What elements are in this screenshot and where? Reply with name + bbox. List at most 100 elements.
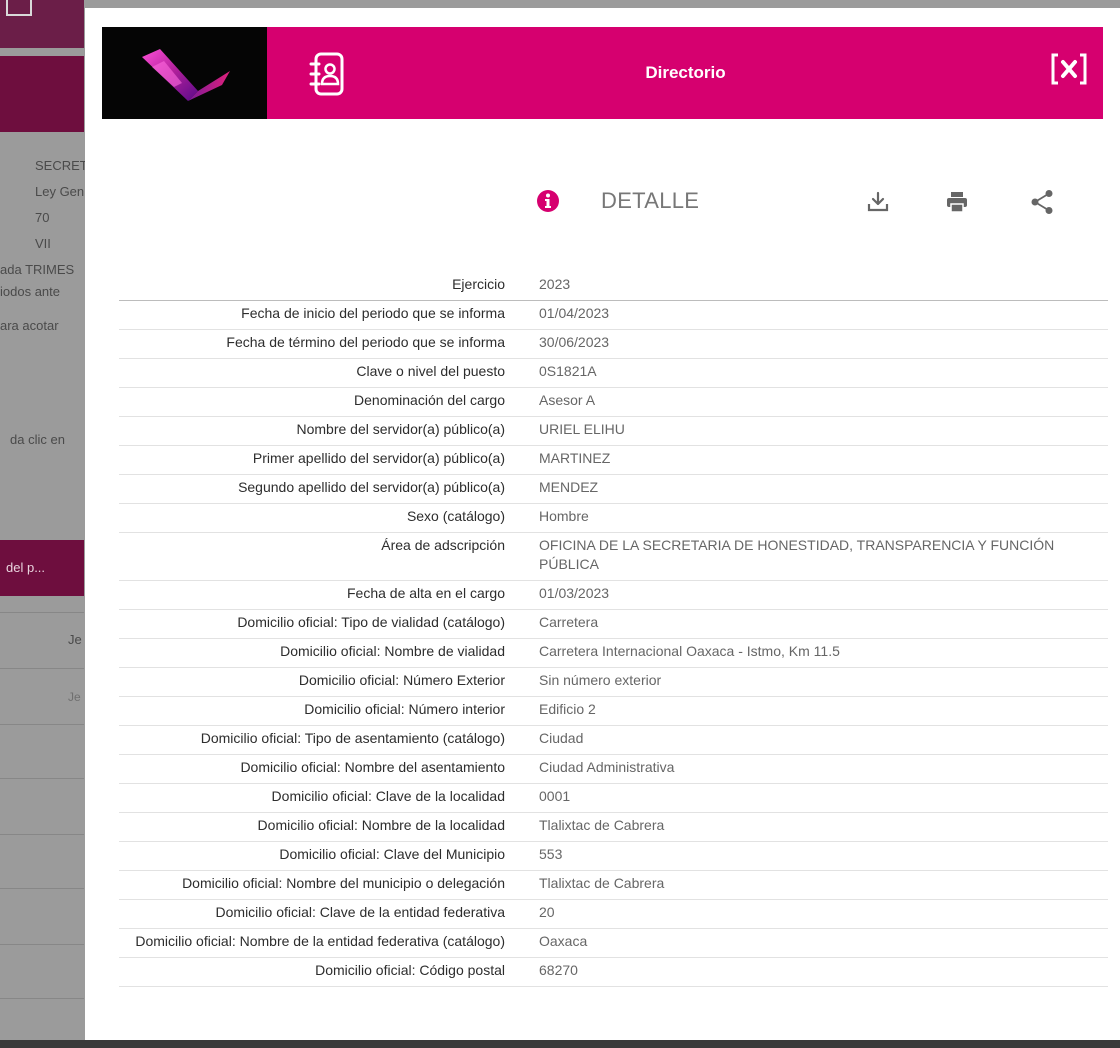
background-banner (0, 56, 84, 132)
detail-row: Segundo apellido del servidor(a) público… (119, 474, 1108, 504)
modal-header: Directorio (102, 27, 1103, 119)
background-band: del p... (0, 540, 84, 596)
detail-row: Domicilio oficial: Tipo de vialidad (cat… (119, 609, 1108, 639)
detail-toolbar: DETALLE (85, 178, 1120, 228)
detail-value: 2023 (539, 272, 1108, 301)
detail-row: Domicilio oficial: Clave del Municipio 55… (119, 841, 1108, 871)
divider (0, 778, 84, 779)
detail-label: Fecha de alta en el cargo (119, 580, 539, 610)
detail-label: Domicilio oficial: Nombre del municipio … (119, 870, 539, 900)
detail-value: 0001 (539, 783, 1108, 813)
detail-label: Sexo (catálogo) (119, 503, 539, 533)
detail-row: Área de adscripción OFICINA DE LA SECRETA… (119, 532, 1108, 581)
detail-value: 01/03/2023 (539, 580, 1108, 610)
detail-value: Oaxaca (539, 928, 1108, 958)
detail-table: Ejercicio 2023 Fecha de inicio del periodo… (119, 272, 1108, 987)
detail-row: Sexo (catálogo) Hombre (119, 503, 1108, 533)
detail-label: Domicilio oficial: Tipo de asentamiento … (119, 725, 539, 755)
bottom-bar (0, 1040, 1120, 1048)
download-icon[interactable] (866, 190, 890, 214)
detail-label: Domicilio oficial: Nombre de vialidad (119, 638, 539, 668)
divider (0, 944, 84, 945)
detail-value: Carretera Internacional Oaxaca - Istmo, … (539, 638, 1108, 668)
detail-label: Domicilio oficial: Clave del Municipio (119, 841, 539, 871)
detail-value: MARTINEZ (539, 445, 1108, 475)
background-band-text: del p... (6, 560, 46, 575)
detail-row: Clave o nivel del puesto 0S1821A (119, 358, 1108, 388)
divider (0, 888, 84, 889)
divider (0, 612, 84, 613)
info-icon (537, 190, 559, 212)
divider (0, 724, 84, 725)
detail-label: Fecha de término del periodo que se info… (119, 329, 539, 359)
background-text: iodos ante (0, 284, 60, 299)
detail-label: Denominación del cargo (119, 387, 539, 417)
detail-value: 0S1821A (539, 358, 1108, 388)
detail-row: Domicilio oficial: Nombre de vialidad Car… (119, 638, 1108, 668)
directory-modal: Directorio DETALLE Ejercicio 2023 Fecha … (85, 8, 1120, 1040)
detail-value: Carretera (539, 609, 1108, 639)
detail-value: 68270 (539, 957, 1108, 987)
close-button[interactable] (1049, 49, 1089, 89)
detail-value: Asesor A (539, 387, 1108, 417)
background-text: Ley Gen (35, 184, 85, 199)
detail-value: 20 (539, 899, 1108, 929)
detail-value: Sin número exterior (539, 667, 1108, 697)
detail-row: Domicilio oficial: Número Exterior Sin nú… (119, 667, 1108, 697)
detail-label: Domicilio oficial: Nombre de la entidad … (119, 928, 539, 958)
detail-value: Hombre (539, 503, 1108, 533)
detail-label: Primer apellido del servidor(a) público(… (119, 445, 539, 475)
detail-value: Ciudad (539, 725, 1108, 755)
detail-label: Domicilio oficial: Clave de la entidad f… (119, 899, 539, 929)
detail-value: Edificio 2 (539, 696, 1108, 726)
detail-label: Ejercicio (119, 272, 539, 301)
detail-value: 553 (539, 841, 1108, 871)
share-icon[interactable] (1030, 189, 1054, 215)
background-text: ada TRIMES (0, 262, 75, 277)
print-icon[interactable] (945, 190, 969, 214)
detail-label: Área de adscripción (119, 532, 539, 581)
background-text: VII (35, 236, 51, 251)
detail-label: Fecha de inicio del periodo que se infor… (119, 300, 539, 330)
detail-row: Denominación del cargo Asesor A (119, 387, 1108, 417)
detail-row: Domicilio oficial: Tipo de asentamiento … (119, 725, 1108, 755)
detail-label: Domicilio oficial: Número interior (119, 696, 539, 726)
background-text: ara acotar (0, 318, 59, 333)
detail-row: Domicilio oficial: Código postal 68270 (119, 957, 1108, 987)
background-text: da clic en (10, 432, 65, 447)
background-top-button (0, 0, 84, 48)
detail-row: Domicilio oficial: Nombre de la localida… (119, 812, 1108, 842)
detail-row: Primer apellido del servidor(a) público(… (119, 445, 1108, 475)
detail-value: Tlalixtac de Cabrera (539, 870, 1108, 900)
detail-row: Domicilio oficial: Nombre del asentamien… (119, 754, 1108, 784)
detail-row: Domicilio oficial: Número interior Edific… (119, 696, 1108, 726)
detail-row: Domicilio oficial: Clave de la entidad f… (119, 899, 1108, 929)
detail-row: Domicilio oficial: Nombre del municipio … (119, 870, 1108, 900)
detail-label: Domicilio oficial: Tipo de vialidad (cat… (119, 609, 539, 639)
detail-value: Tlalixtac de Cabrera (539, 812, 1108, 842)
divider (0, 668, 84, 669)
detail-row: Nombre del servidor(a) público(a) URIEL E… (119, 416, 1108, 446)
section-title: DETALLE (601, 188, 700, 213)
background-text: Je (68, 690, 81, 704)
detail-row: Fecha de inicio del periodo que se infor… (119, 300, 1108, 330)
detail-label: Domicilio oficial: Nombre del asentamien… (119, 754, 539, 784)
detail-value: 30/06/2023 (539, 329, 1108, 359)
detail-label: Domicilio oficial: Número Exterior (119, 667, 539, 697)
detail-value: URIEL ELIHU (539, 416, 1108, 446)
detail-row: Domicilio oficial: Clave de la localidad… (119, 783, 1108, 813)
detail-label: Segundo apellido del servidor(a) público… (119, 474, 539, 504)
detail-label: Domicilio oficial: Clave de la localidad (119, 783, 539, 813)
detail-row: Fecha de término del periodo que se info… (119, 329, 1108, 359)
detail-value: Ciudad Administrativa (539, 754, 1108, 784)
detail-value: OFICINA DE LA SECRETARIA DE HONESTIDAD, … (539, 532, 1108, 581)
background-text: 70 (35, 210, 50, 225)
divider (0, 834, 84, 835)
modal-title: Directorio (645, 63, 726, 82)
divider (0, 998, 84, 999)
detail-label: Domicilio oficial: Nombre de la localida… (119, 812, 539, 842)
detail-value: MENDEZ (539, 474, 1108, 504)
detail-row: Domicilio oficial: Nombre de la entidad … (119, 928, 1108, 958)
detail-row: Ejercicio 2023 (119, 272, 1108, 301)
detail-value: 01/04/2023 (539, 300, 1108, 330)
